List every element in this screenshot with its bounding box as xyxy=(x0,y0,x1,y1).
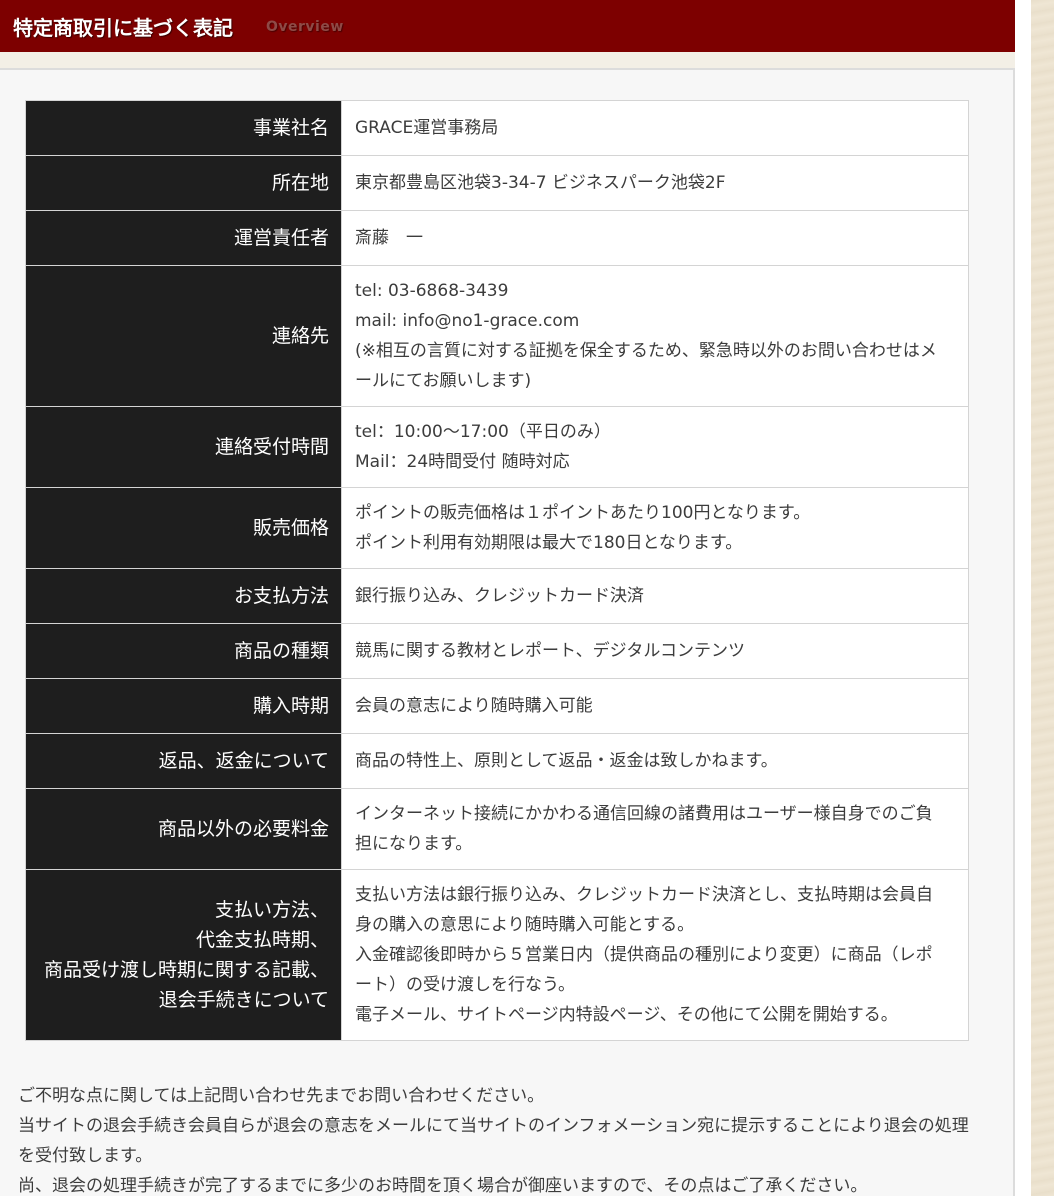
row-label-line: 事業社名 xyxy=(252,117,329,139)
table-row: 商品以外の必要料金 インターネット接続にかかわる通信回線の諸費用はユーザー様自身で… xyxy=(25,788,969,870)
table-row: 商品の種類 競馬に関する教材とレポート、デジタルコンテンツ xyxy=(25,623,969,679)
row-label-line: 代金支払時期、 xyxy=(195,929,329,951)
row-value: 銀行振り込み、クレジットカード決済 xyxy=(341,568,969,624)
row-label: 支払い方法、代金支払時期、商品受け渡し時期に関する記載、退会手続きについて xyxy=(25,869,342,1041)
legal-info-table-body: 事業社名 GRACE運営事務局所在地 東京都豊島区池袋3-34-7 ビジネスパーク池… xyxy=(25,100,969,1041)
row-value-line: 入金確認後即時から５営業日内（提供商品の種別により変更）に商品（レポート）の受け… xyxy=(355,945,933,995)
table-row: 連絡先 tel: 03-6868-3439 mail: info@no1-grace… xyxy=(25,265,969,407)
table-row: お支払方法 銀行振り込み、クレジットカード決済 xyxy=(25,568,969,624)
row-value: 会員の意志により随時購入可能 xyxy=(341,678,969,734)
row-label: 連絡先 xyxy=(25,265,342,407)
row-label-line: 購入時期 xyxy=(252,695,329,717)
table-row: 支払い方法、 代金支払時期、 商品受け渡し時期に関する記載、 退会手続きについて 支払い… xyxy=(25,869,969,1041)
paper-texture-strip xyxy=(1031,0,1054,1196)
row-label-line: 退会手続きについて xyxy=(158,989,329,1011)
content-panel: 事業社名 GRACE運営事務局所在地 東京都豊島区池袋3-34-7 ビジネスパーク池… xyxy=(0,68,1015,1196)
row-label-line: 支払い方法、 xyxy=(214,899,329,921)
row-value-line: 競馬に関する教材とレポート、デジタルコンテンツ xyxy=(355,641,745,661)
row-value: GRACE運営事務局 xyxy=(341,100,969,156)
row-value: 商品の特性上、原則として返品・返金は致しかねます。 xyxy=(341,733,969,789)
background-texture xyxy=(1015,0,1054,1196)
row-label-line: 販売価格 xyxy=(252,517,329,539)
row-value-line: 商品の特性上、原則として返品・返金は致しかねます。 xyxy=(355,751,778,771)
row-label: 商品の種類 xyxy=(25,623,342,679)
row-value-line: インターネット接続にかかわる通信回線の諸費用はユーザー様自身でのご負担になります… xyxy=(355,804,933,854)
row-value-line: ポイントの販売価格は１ポイントあたり100円となります。 xyxy=(355,503,811,523)
row-label: 所在地 xyxy=(25,155,342,211)
row-value-line: 電子メール、サイトページ内特設ページ、その他にて公開を開始する。 xyxy=(355,1005,898,1025)
row-label: 販売価格 xyxy=(25,487,342,569)
row-label: 運営責任者 xyxy=(25,210,342,266)
row-label-line: お支払方法 xyxy=(233,585,329,607)
footer-notes: ご不明な点に関しては上記問い合わせ先までお問い合わせください。当サイトの退会手続… xyxy=(18,1081,978,1196)
table-row: 購入時期 会員の意志により随時購入可能 xyxy=(25,678,969,734)
row-value: tel：10:00〜17:00（平日のみ） Mail：24時間受付 随時対応 xyxy=(341,406,969,488)
row-value: 競馬に関する教材とレポート、デジタルコンテンツ xyxy=(341,623,969,679)
row-label: 返品、返金について xyxy=(25,733,342,789)
row-value-line: (※相互の言質に対する証拠を保全するため、緊急時以外のお問い合わせはメールにてお… xyxy=(355,341,937,391)
row-label-line: 連絡受付時間 xyxy=(214,436,329,458)
row-label-line: 連絡先 xyxy=(271,325,329,347)
legal-info-table: 事業社名 GRACE運営事務局所在地 東京都豊島区池袋3-34-7 ビジネスパーク池… xyxy=(25,100,969,1041)
row-value-line: 支払い方法は銀行振り込み、クレジットカード決済とし、支払時期は会員自身の購入の意… xyxy=(355,885,933,935)
table-row: 所在地 東京都豊島区池袋3-34-7 ビジネスパーク池袋2F xyxy=(25,155,969,211)
footer-note: 尚、退会の処理手続きが完了するまでに多少のお時間を頂く場合が御座いますので、その… xyxy=(18,1176,868,1196)
row-label-line: 商品の種類 xyxy=(233,640,329,662)
row-label-line: 返品、返金について xyxy=(158,750,329,772)
page-title: 特定商取引に基づく表記 xyxy=(13,16,233,40)
page-header: 特定商取引に基づく表記 Overview xyxy=(0,0,1015,52)
row-value: 支払い方法は銀行振り込み、クレジットカード決済とし、支払時期は会員自身の購入の意… xyxy=(341,869,969,1041)
row-label: 購入時期 xyxy=(25,678,342,734)
row-value-line: tel：10:00〜17:00（平日のみ） xyxy=(355,422,611,442)
row-label: 連絡受付時間 xyxy=(25,406,342,488)
row-value: tel: 03-6868-3439 mail: info@no1-grace.co… xyxy=(341,265,969,407)
row-value-line: 東京都豊島区池袋3-34-7 ビジネスパーク池袋2F xyxy=(355,173,726,193)
row-label: 商品以外の必要料金 xyxy=(25,788,342,870)
row-label: お支払方法 xyxy=(25,568,342,624)
row-value-line: GRACE運営事務局 xyxy=(355,118,499,138)
row-value: 東京都豊島区池袋3-34-7 ビジネスパーク池袋2F xyxy=(341,155,969,211)
row-label-line: 商品受け渡し時期に関する記載、 xyxy=(43,959,329,981)
row-value-line: tel: 03-6868-3439 xyxy=(355,281,509,301)
table-row: 返品、返金について 商品の特性上、原則として返品・返金は致しかねます。 xyxy=(25,733,969,789)
table-row: 事業社名 GRACE運営事務局 xyxy=(25,100,969,156)
table-row: 販売価格 ポイントの販売価格は１ポイントあたり100円となります。 ポイント利用有効… xyxy=(25,487,969,569)
row-value-line: mail: info@no1-grace.com xyxy=(355,311,580,331)
row-value-line: 斎藤 一 xyxy=(355,228,423,248)
row-label-line: 所在地 xyxy=(271,172,329,194)
row-value-line: ポイント利用有効期限は最大で180日となります。 xyxy=(355,533,743,553)
row-value-line: 会員の意志により随時購入可能 xyxy=(355,696,593,716)
row-value-line: Mail：24時間受付 随時対応 xyxy=(355,452,570,472)
footer-note: ご不明な点に関しては上記問い合わせ先までお問い合わせください。 xyxy=(18,1086,545,1106)
table-row: 運営責任者 斎藤 一 xyxy=(25,210,969,266)
row-value: インターネット接続にかかわる通信回線の諸費用はユーザー様自身でのご負担になります… xyxy=(341,788,969,870)
row-label-line: 商品以外の必要料金 xyxy=(157,818,329,840)
row-value: ポイントの販売価格は１ポイントあたり100円となります。 ポイント利用有効期限は最… xyxy=(341,487,969,569)
table-row: 連絡受付時間 tel：10:00〜17:00（平日のみ） Mail：24時間受付 随… xyxy=(25,406,969,488)
page-subtitle: Overview xyxy=(266,19,344,35)
row-value: 斎藤 一 xyxy=(341,210,969,266)
row-label-line: 運営責任者 xyxy=(233,227,329,249)
footer-note: 当サイトの退会手続き会員自らが退会の意志をメールにて当サイトのインフォメーション… xyxy=(18,1116,969,1166)
row-value-line: 銀行振り込み、クレジットカード決済 xyxy=(355,586,644,606)
row-label: 事業社名 xyxy=(25,100,342,156)
